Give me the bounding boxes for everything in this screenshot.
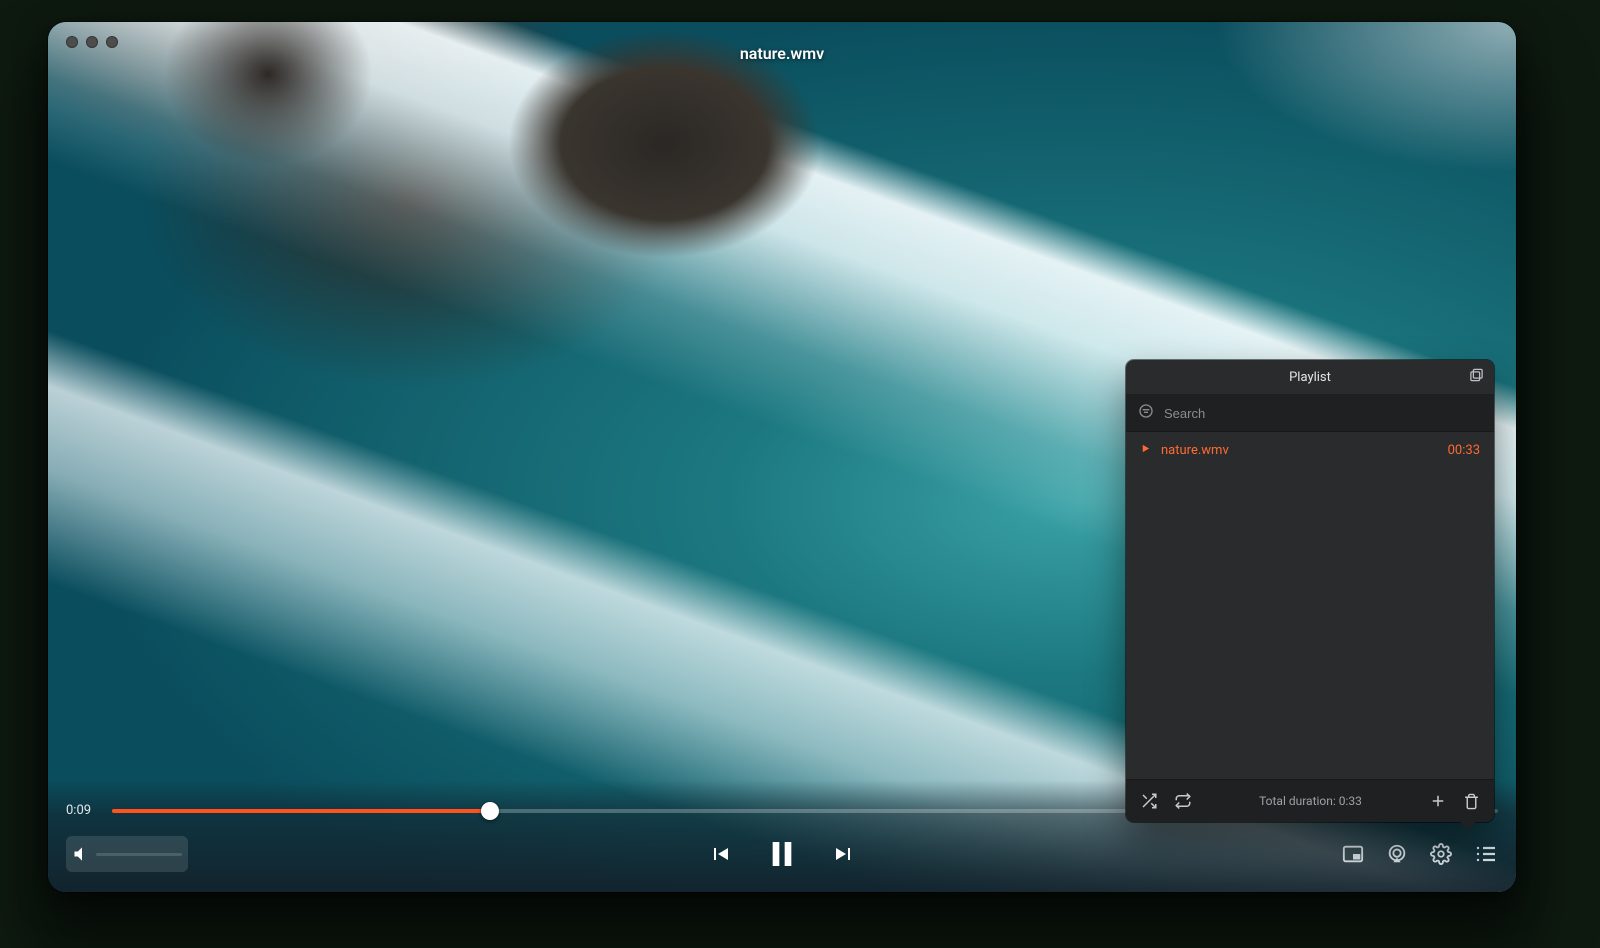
clear-playlist-button[interactable]	[1463, 793, 1480, 810]
playlist-popout-button[interactable]	[1469, 368, 1484, 387]
repeat-button[interactable]	[1174, 792, 1192, 810]
airplay-button[interactable]	[1386, 843, 1408, 865]
window-close-button[interactable]	[66, 36, 78, 48]
playlist-item[interactable]: nature.wmv 00:33	[1126, 432, 1494, 468]
volume-icon[interactable]	[72, 844, 92, 864]
volume-slider[interactable]	[96, 853, 182, 856]
shuffle-button[interactable]	[1140, 792, 1158, 810]
playlist-search-row	[1126, 395, 1494, 432]
right-tool-group	[1342, 842, 1498, 866]
playlist-search-input[interactable]	[1162, 405, 1482, 422]
window-minimize-button[interactable]	[86, 36, 98, 48]
window-zoom-button[interactable]	[106, 36, 118, 48]
button-row	[48, 824, 1516, 892]
add-to-playlist-button[interactable]	[1429, 792, 1447, 810]
filter-icon	[1138, 403, 1154, 423]
playlist-panel: Playlist nature.wmv	[1126, 360, 1494, 822]
seek-knob[interactable]	[481, 802, 499, 820]
playlist-toggle-button[interactable]	[1474, 842, 1498, 866]
settings-button[interactable]	[1430, 843, 1452, 865]
playlist-title: Playlist	[1289, 370, 1331, 385]
previous-track-button[interactable]	[708, 842, 732, 866]
current-time: 0:09	[66, 803, 100, 818]
playlist-total-duration: Total duration: 0:33	[1208, 794, 1413, 808]
player-window: nature.wmv Playlist	[48, 22, 1516, 892]
picture-in-picture-button[interactable]	[1342, 843, 1364, 865]
playlist-item-name: nature.wmv	[1161, 443, 1229, 458]
seek-progress-fill	[112, 809, 490, 813]
volume-control[interactable]	[66, 836, 188, 872]
next-track-button[interactable]	[832, 842, 856, 866]
playlist-list: nature.wmv 00:33	[1126, 432, 1494, 779]
playlist-header: Playlist	[1126, 360, 1494, 395]
playing-icon	[1140, 443, 1151, 458]
playlist-item-duration: 00:33	[1448, 443, 1480, 458]
playlist-footer: Total duration: 0:33	[1126, 779, 1494, 822]
window-traffic-lights	[66, 36, 118, 48]
play-pause-button[interactable]	[766, 838, 798, 870]
transport-controls	[708, 838, 856, 870]
